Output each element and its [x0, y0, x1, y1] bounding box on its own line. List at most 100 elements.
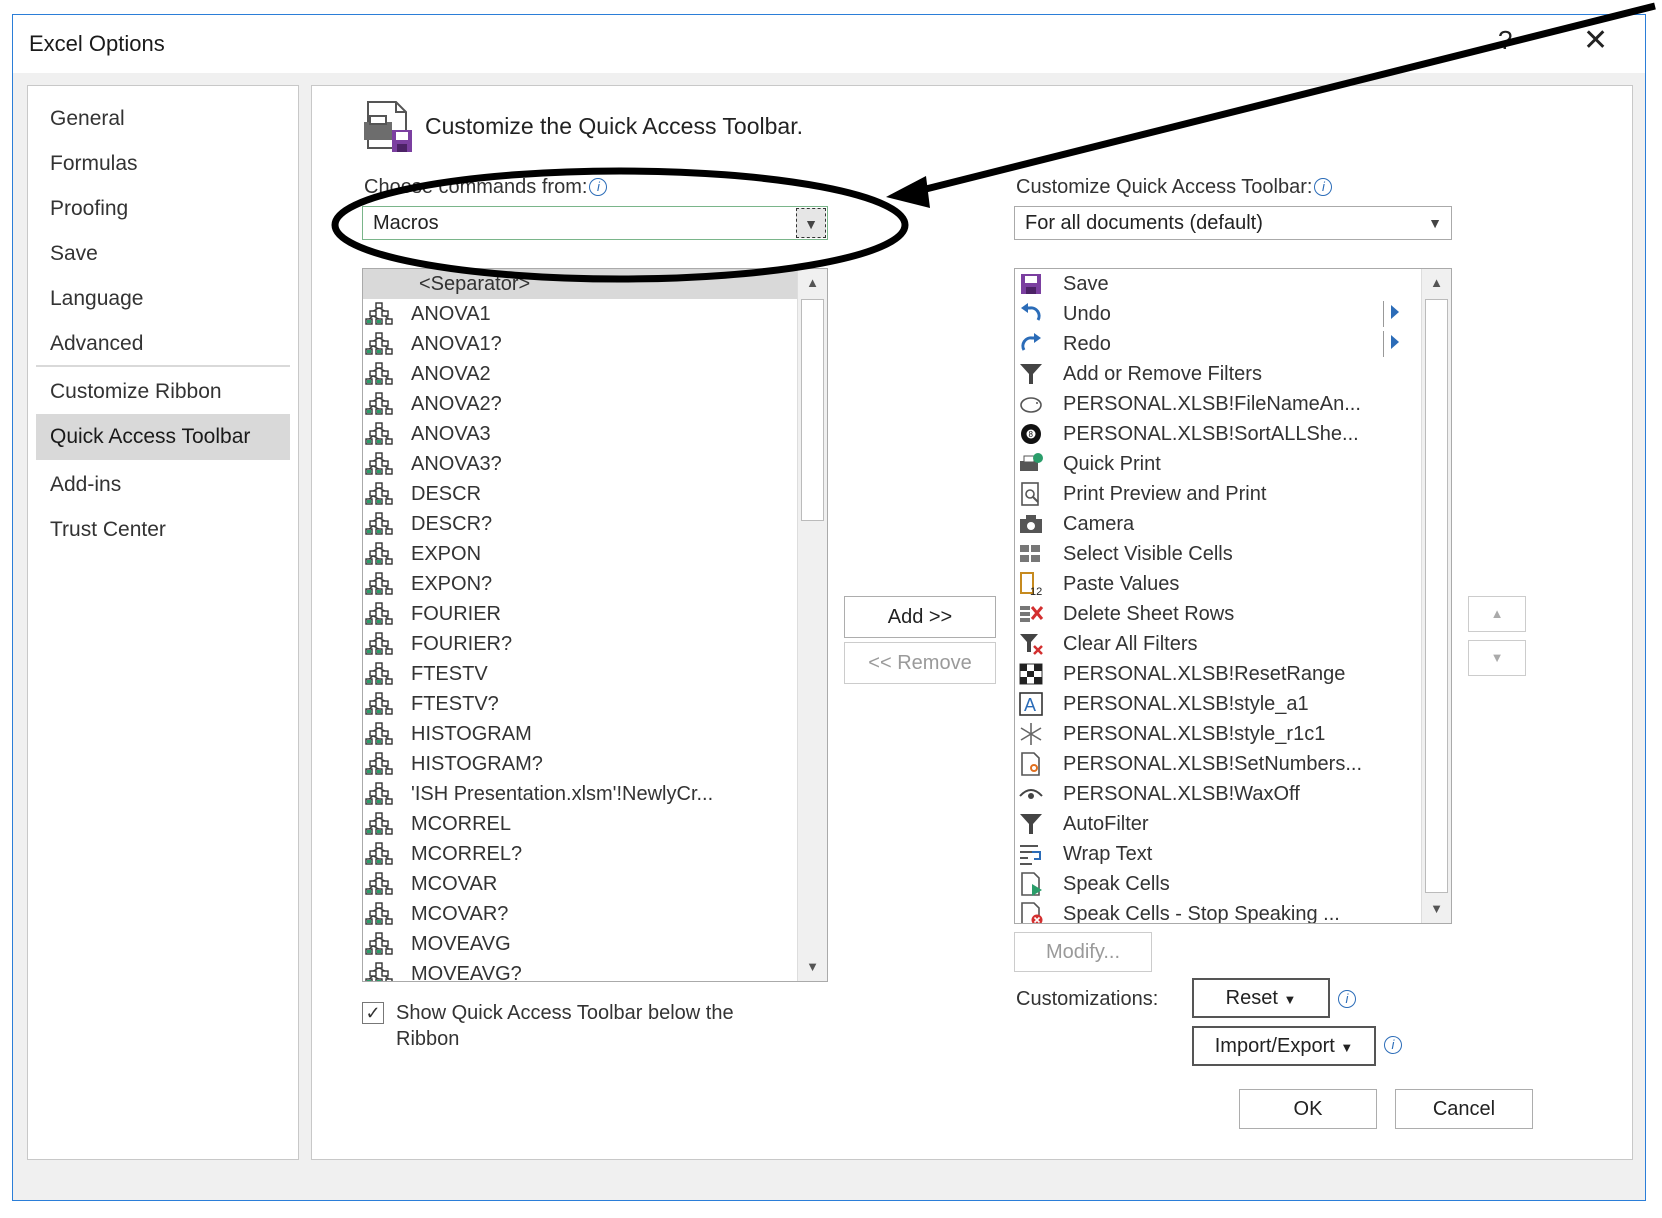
command-item[interactable]: FTESTV?	[363, 689, 798, 719]
remove-button[interactable]: << Remove	[844, 642, 996, 684]
commands-scrollbar[interactable]: ▲ ▼	[797, 269, 827, 981]
command-item[interactable]: ANOVA2?	[363, 389, 798, 419]
move-up-button[interactable]: ▲	[1468, 596, 1526, 632]
toolbar-item[interactable]: Clear All Filters	[1015, 629, 1421, 659]
nav-item-save[interactable]: Save	[36, 231, 290, 277]
command-item[interactable]: FTESTV	[363, 659, 798, 689]
command-label: MOVEAVG?	[411, 963, 522, 982]
scroll-up-icon[interactable]: ▲	[798, 269, 827, 297]
command-item[interactable]: ANOVA1?	[363, 329, 798, 359]
command-item[interactable]: MCOVAR?	[363, 899, 798, 929]
toolbar-item[interactable]: Save	[1015, 269, 1421, 299]
info-icon: i	[589, 178, 608, 196]
letter-a-icon: A	[1017, 692, 1045, 716]
show-below-checkbox[interactable]: ✓	[362, 1002, 384, 1024]
nav-item-add-ins[interactable]: Add-ins	[36, 462, 290, 508]
toolbar-item[interactable]: Wrap Text	[1015, 839, 1421, 869]
commands-list[interactable]: <Separator> ANOVA1 ANOVA1? ANOVA2 ANOVA2? ANO…	[362, 268, 828, 982]
toolbar-item[interactable]: AutoFilter	[1015, 809, 1421, 839]
toolbar-item[interactable]: Print Preview and Print	[1015, 479, 1421, 509]
customize-qat-dropdown[interactable]: For all documents (default) ▼	[1014, 206, 1452, 240]
command-label: 'ISH Presentation.xlsm'!NewlyCr...	[411, 783, 714, 805]
import-export-button[interactable]: Import/Export ▼	[1192, 1026, 1376, 1066]
toolbar-item[interactable]: PERSONAL.XLSB!style_r1c1	[1015, 719, 1421, 749]
nav-item-formulas[interactable]: Formulas	[36, 141, 290, 187]
toolbar-item[interactable]: PERSONAL.XLSB!ResetRange	[1015, 659, 1421, 689]
command-item[interactable]: ANOVA3	[363, 419, 798, 449]
scroll-up-icon[interactable]: ▲	[1422, 269, 1451, 297]
command-label: ANOVA1?	[411, 333, 502, 355]
toolbar-item-label: PERSONAL.XLSB!ResetRange	[1063, 663, 1346, 685]
toolbar-item[interactable]: Speak Cells	[1015, 869, 1421, 899]
macro-icon	[365, 452, 393, 476]
toolbar-item[interactable]: Redo	[1015, 329, 1421, 359]
nav-item-customize-ribbon[interactable]: Customize Ribbon	[36, 369, 290, 415]
nav-item-trust-center[interactable]: Trust Center	[36, 507, 290, 553]
nav-item-advanced[interactable]: Advanced	[36, 321, 290, 367]
command-item[interactable]: ANOVA3?	[363, 449, 798, 479]
command-item[interactable]: MCOVAR	[363, 869, 798, 899]
chevron-down-icon[interactable]: ▼	[1420, 208, 1450, 238]
nav-item-quick-access-toolbar[interactable]: Quick Access Toolbar	[36, 414, 290, 460]
scroll-down-icon[interactable]: ▼	[798, 953, 827, 981]
command-item[interactable]: MCORREL	[363, 809, 798, 839]
toolbar-item[interactable]: Select Visible Cells	[1015, 539, 1421, 569]
toolbar-item[interactable]: Speak Cells - Stop Speaking ...	[1015, 899, 1421, 924]
toolbar-item[interactable]: Quick Print	[1015, 449, 1421, 479]
toolbar-item-label: Speak Cells - Stop Speaking ...	[1063, 903, 1340, 924]
command-item[interactable]: EXPON	[363, 539, 798, 569]
toolbar-item[interactable]: A PERSONAL.XLSB!style_a1	[1015, 689, 1421, 719]
close-button[interactable]: ✕	[1583, 23, 1608, 58]
nav-item-proofing[interactable]: Proofing	[36, 186, 290, 232]
command-label: MCOVAR	[411, 873, 498, 895]
reset-button-label: Reset	[1225, 987, 1278, 1009]
toolbar-item[interactable]: Undo	[1015, 299, 1421, 329]
command-item[interactable]: FOURIER?	[363, 629, 798, 659]
command-label: FTESTV?	[411, 693, 499, 715]
choose-commands-dropdown[interactable]: Macros ▼	[362, 206, 828, 240]
options-nav: General Formulas Proofing Save Language Advan…	[27, 85, 299, 1160]
toolbar-item[interactable]: Add or Remove Filters	[1015, 359, 1421, 389]
scroll-thumb[interactable]	[801, 299, 824, 521]
macro-icon	[365, 902, 393, 926]
command-item[interactable]: EXPON?	[363, 569, 798, 599]
modify-button[interactable]: Modify...	[1014, 932, 1152, 972]
help-button[interactable]: ?	[1498, 25, 1512, 56]
move-down-button[interactable]: ▼	[1468, 640, 1526, 676]
toolbar-item[interactable]: 8 PERSONAL.XLSB!SortALLShe...	[1015, 419, 1421, 449]
toolbar-item[interactable]: PERSONAL.XLSB!SetNumbers...	[1015, 749, 1421, 779]
command-item[interactable]: 'ISH Presentation.xlsm'!NewlyCr...	[363, 779, 798, 809]
move-down-icon: ▼	[1490, 650, 1504, 665]
command-item[interactable]: FOURIER	[363, 599, 798, 629]
customize-qat-value: For all documents (default)	[1025, 212, 1263, 234]
command-item[interactable]: DESCR	[363, 479, 798, 509]
command-item[interactable]: HISTOGRAM?	[363, 749, 798, 779]
command-item[interactable]: HISTOGRAM	[363, 719, 798, 749]
ok-button[interactable]: OK	[1239, 1089, 1377, 1129]
chevron-down-icon[interactable]: ▼	[796, 208, 826, 238]
choose-commands-label: Choose commands from: i	[364, 176, 608, 199]
toolbar-item[interactable]: Camera	[1015, 509, 1421, 539]
scroll-thumb[interactable]	[1425, 299, 1448, 893]
toolbar-item[interactable]: PERSONAL.XLSB!WaxOff	[1015, 779, 1421, 809]
toolbar-item[interactable]: 12 Paste Values	[1015, 569, 1421, 599]
command-item[interactable]: MOVEAVG?	[363, 959, 798, 982]
command-label: EXPON	[411, 543, 482, 565]
toolbar-scrollbar[interactable]: ▲ ▼	[1421, 269, 1451, 923]
command-item[interactable]: DESCR?	[363, 509, 798, 539]
toolbar-item[interactable]: Delete Sheet Rows	[1015, 599, 1421, 629]
command-item[interactable]: MCORREL?	[363, 839, 798, 869]
command-item[interactable]: MOVEAVG	[363, 929, 798, 959]
separator-item[interactable]: <Separator>	[363, 269, 798, 299]
command-item[interactable]: ANOVA2	[363, 359, 798, 389]
reset-button[interactable]: Reset ▼	[1192, 978, 1330, 1018]
svg-text:12: 12	[1030, 586, 1042, 596]
cancel-button[interactable]: Cancel	[1395, 1089, 1533, 1129]
add-button[interactable]: Add >>	[844, 596, 996, 638]
nav-item-language[interactable]: Language	[36, 276, 290, 322]
scroll-down-icon[interactable]: ▼	[1422, 895, 1451, 923]
command-item[interactable]: ANOVA1	[363, 299, 798, 329]
toolbar-item[interactable]: PERSONAL.XLSB!FileNameAn...	[1015, 389, 1421, 419]
nav-item-general[interactable]: General	[36, 96, 290, 142]
toolbar-items-list[interactable]: Save Undo Redo Add or Remove Filters PERSONA…	[1014, 268, 1452, 924]
